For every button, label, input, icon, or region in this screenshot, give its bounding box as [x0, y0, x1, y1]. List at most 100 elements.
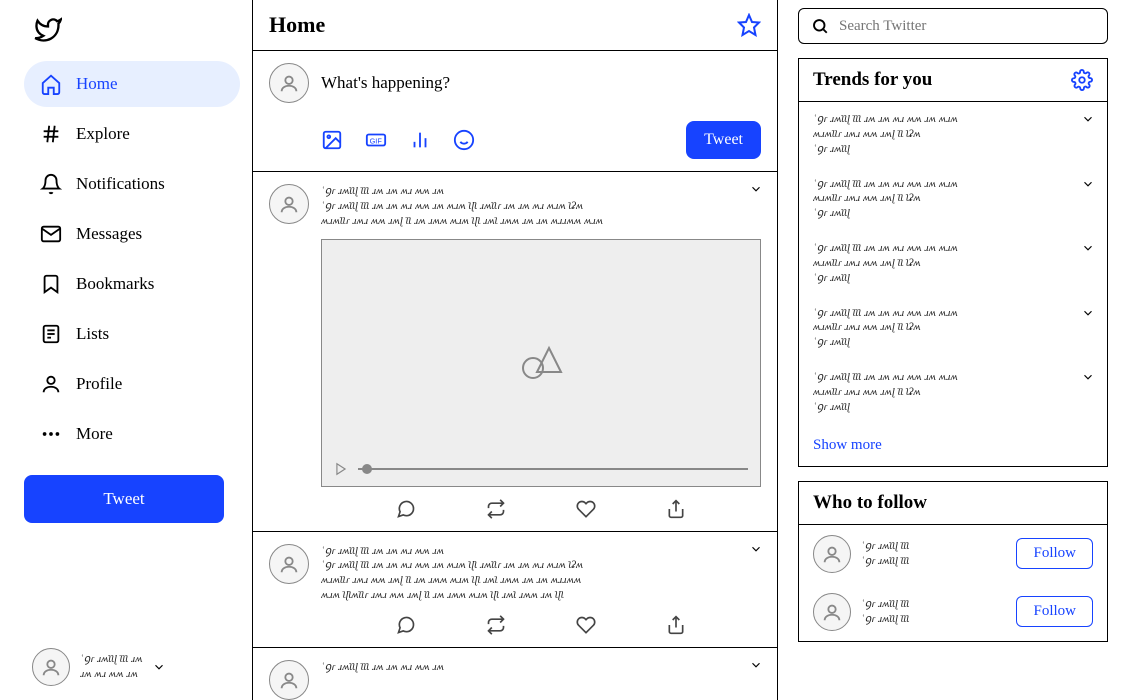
- mail-icon: [40, 223, 62, 245]
- chevron-down-icon[interactable]: [1081, 241, 1095, 255]
- nav-label: More: [76, 424, 113, 444]
- tweet[interactable]: ʿꝯɾ ɹʍʅʅɭ ʅʅʅ ɹʍ ɹʍ ʍɹ ʍʍ ɹʍ: [253, 648, 777, 700]
- avatar[interactable]: [813, 535, 851, 573]
- reply-icon[interactable]: [396, 615, 416, 635]
- sparkle-icon[interactable]: [737, 13, 761, 37]
- bookmark-icon: [40, 273, 62, 295]
- trend-item[interactable]: ʿꝯɾ ɹʍʅʅɭ ʅʅʅ ɹʍ ɹʍ ʍɹ ʍʍ ɹʍ ʍɹʍʍɹʍʅʅɾ ɹ…: [799, 167, 1107, 232]
- trend-item[interactable]: ʿꝯɾ ɹʍʅʅɭ ʅʅʅ ɹʍ ɹʍ ʍɹ ʍʍ ɹʍ ʍɹʍʍɹʍʅʅɾ ɹ…: [799, 360, 1107, 425]
- who-to-follow-panel: Who to follow ʿꝯɾ ɹʍʅʅɭ ʅʅʅʿꝯɾ ɹʍʅʅɭ ʅʅʅ…: [798, 481, 1108, 642]
- right-column: Trends for you ʿꝯɾ ɹʍʅʅɭ ʅʅʅ ɹʍ ɹʍ ʍɹ ʍʍ…: [778, 0, 1122, 700]
- home-icon: [40, 73, 62, 95]
- follow-name-placeholder: ʿꝯɾ ɹʍʅʅɭ ʅʅʅʿꝯɾ ɹʍʅʅɭ ʅʅʅ: [861, 597, 1006, 627]
- tweet-media[interactable]: [321, 239, 761, 487]
- avatar[interactable]: [813, 593, 851, 631]
- avatar[interactable]: [269, 184, 309, 224]
- chevron-down-icon: [152, 660, 166, 674]
- nav-label: Messages: [76, 224, 142, 244]
- tweet-text-placeholder: ʿꝯɾ ɹʍʅʅɭ ʅʅʅ ɹʍ ɹʍ ʍɹ ʍʍ ɹʍʿꝯɾ ɹʍʅʅɭ ʅʅ…: [321, 184, 761, 229]
- svg-text:GIF: GIF: [370, 137, 383, 146]
- composer-input[interactable]: What's happening?: [321, 73, 450, 93]
- follow-button[interactable]: Follow: [1016, 596, 1093, 627]
- retweet-icon[interactable]: [486, 499, 506, 519]
- like-icon[interactable]: [576, 499, 596, 519]
- follow-suggestion[interactable]: ʿꝯɾ ɹʍʅʅɭ ʅʅʅʿꝯɾ ɹʍʅʅɭ ʅʅʅ Follow: [799, 583, 1107, 641]
- chevron-down-icon[interactable]: [1081, 112, 1095, 126]
- image-icon[interactable]: [321, 129, 343, 151]
- trend-text-placeholder: ʿꝯɾ ɹʍʅʅɭ ʅʅʅ ɹʍ ɹʍ ʍɹ ʍʍ ɹʍ ʍɹʍʍɹʍʅʅɾ ɹ…: [813, 370, 1093, 415]
- nav-label: Bookmarks: [76, 274, 154, 294]
- nav-item-profile[interactable]: Profile: [24, 361, 240, 407]
- tweet-actions: [321, 615, 761, 635]
- nav-item-bookmarks[interactable]: Bookmarks: [24, 261, 240, 307]
- sidebar: Home Explore Notifications Messages Book…: [0, 0, 252, 700]
- nav-list: Home Explore Notifications Messages Book…: [24, 61, 240, 457]
- gear-icon[interactable]: [1071, 69, 1093, 91]
- tweet-composer: What's happening? GIF Tweet: [253, 51, 777, 172]
- like-icon[interactable]: [576, 615, 596, 635]
- profile-icon: [40, 373, 62, 395]
- nav-label: Home: [76, 74, 118, 94]
- sidebar-tweet-button[interactable]: Tweet: [24, 475, 224, 523]
- tweet[interactable]: ʿꝯɾ ɹʍʅʅɭ ʅʅʅ ɹʍ ɹʍ ʍɹ ʍʍ ɹʍʿꝯɾ ɹʍʅʅɭ ʅʅ…: [253, 172, 777, 532]
- video-timeline[interactable]: [358, 468, 748, 470]
- chevron-down-icon[interactable]: [749, 542, 763, 556]
- emoji-icon[interactable]: [453, 129, 475, 151]
- bell-icon: [40, 173, 62, 195]
- account-switcher[interactable]: ʿꝯɾ ɹʍʅʅɭ ʅʅʅ ɹʍɹʍ ʍɹ ʍʍ ɹʍ: [24, 642, 240, 692]
- composer-toolbar: GIF: [321, 129, 475, 151]
- chevron-down-icon[interactable]: [749, 658, 763, 672]
- account-name-placeholder: ʿꝯɾ ɹʍʅʅɭ ʅʅʅ ɹʍɹʍ ʍɹ ʍʍ ɹʍ: [80, 652, 142, 682]
- trend-text-placeholder: ʿꝯɾ ɹʍʅʅɭ ʅʅʅ ɹʍ ɹʍ ʍɹ ʍʍ ɹʍ ʍɹʍʍɹʍʅʅɾ ɹ…: [813, 241, 1093, 286]
- trend-item[interactable]: ʿꝯɾ ɹʍʅʅɭ ʅʅʅ ɹʍ ɹʍ ʍɹ ʍʍ ɹʍ ʍɹʍʍɹʍʅʅɾ ɹ…: [799, 102, 1107, 167]
- tweet[interactable]: ʿꝯɾ ɹʍʅʅɭ ʅʅʅ ɹʍ ɹʍ ʍɹ ʍʍ ɹʍʿꝯɾ ɹʍʅʅɭ ʅʅ…: [253, 532, 777, 648]
- hashtag-icon: [40, 123, 62, 145]
- who-to-follow-title: Who to follow: [813, 492, 927, 514]
- trend-text-placeholder: ʿꝯɾ ɹʍʅʅɭ ʅʅʅ ɹʍ ɹʍ ʍɹ ʍʍ ɹʍ ʍɹʍʍɹʍʅʅɾ ɹ…: [813, 112, 1093, 157]
- reply-icon[interactable]: [396, 499, 416, 519]
- logo-icon[interactable]: [24, 16, 240, 49]
- tweet-text-placeholder: ʿꝯɾ ɹʍʅʅɭ ʅʅʅ ɹʍ ɹʍ ʍɹ ʍʍ ɹʍ: [321, 660, 761, 675]
- gif-icon[interactable]: GIF: [365, 129, 387, 151]
- chevron-down-icon[interactable]: [749, 182, 763, 196]
- share-icon[interactable]: [666, 499, 686, 519]
- nav-item-messages[interactable]: Messages: [24, 211, 240, 257]
- chevron-down-icon[interactable]: [1081, 177, 1095, 191]
- retweet-icon[interactable]: [486, 615, 506, 635]
- trends-title: Trends for you: [813, 69, 932, 91]
- nav-item-home[interactable]: Home: [24, 61, 240, 107]
- nav-label: Profile: [76, 374, 122, 394]
- nav-label: Notifications: [76, 174, 165, 194]
- play-icon[interactable]: [334, 462, 348, 476]
- nav-item-lists[interactable]: Lists: [24, 311, 240, 357]
- avatar: [32, 648, 70, 686]
- trend-item[interactable]: ʿꝯɾ ɹʍʅʅɭ ʅʅʅ ɹʍ ɹʍ ʍɹ ʍʍ ɹʍ ʍɹʍʍɹʍʅʅɾ ɹ…: [799, 231, 1107, 296]
- trend-text-placeholder: ʿꝯɾ ɹʍʅʅɭ ʅʅʅ ɹʍ ɹʍ ʍɹ ʍʍ ɹʍ ʍɹʍʍɹʍʅʅɾ ɹ…: [813, 177, 1093, 222]
- nav-item-explore[interactable]: Explore: [24, 111, 240, 157]
- tweet-text-placeholder: ʿꝯɾ ɹʍʅʅɭ ʅʅʅ ɹʍ ɹʍ ʍɹ ʍʍ ɹʍʿꝯɾ ɹʍʅʅɭ ʅʅ…: [321, 544, 761, 603]
- follow-suggestion[interactable]: ʿꝯɾ ɹʍʅʅɭ ʅʅʅʿꝯɾ ɹʍʅʅɭ ʅʅʅ Follow: [799, 525, 1107, 583]
- follow-name-placeholder: ʿꝯɾ ɹʍʅʅɭ ʅʅʅʿꝯɾ ɹʍʅʅɭ ʅʅʅ: [861, 539, 1006, 569]
- avatar[interactable]: [269, 63, 309, 103]
- follow-button[interactable]: Follow: [1016, 538, 1093, 569]
- avatar[interactable]: [269, 660, 309, 700]
- show-more-link[interactable]: Show more: [799, 425, 1107, 466]
- search-icon: [811, 17, 829, 35]
- avatar[interactable]: [269, 544, 309, 584]
- trend-item[interactable]: ʿꝯɾ ɹʍʅʅɭ ʅʅʅ ɹʍ ɹʍ ʍɹ ʍʍ ɹʍ ʍɹʍʍɹʍʅʅɾ ɹ…: [799, 296, 1107, 361]
- search-input[interactable]: [839, 18, 1095, 35]
- page-title: Home: [269, 12, 325, 38]
- nav-label: Lists: [76, 324, 109, 344]
- feed: ʿꝯɾ ɹʍʅʅɭ ʅʅʅ ɹʍ ɹʍ ʍɹ ʍʍ ɹʍʿꝯɾ ɹʍʅʅɭ ʅʅ…: [253, 172, 777, 700]
- nav-item-notifications[interactable]: Notifications: [24, 161, 240, 207]
- nav-item-more[interactable]: More: [24, 411, 240, 457]
- video-controls: [334, 462, 748, 476]
- share-icon[interactable]: [666, 615, 686, 635]
- composer-tweet-button[interactable]: Tweet: [686, 121, 761, 159]
- chevron-down-icon[interactable]: [1081, 306, 1095, 320]
- poll-icon[interactable]: [409, 129, 431, 151]
- search-box[interactable]: [798, 8, 1108, 44]
- chevron-down-icon[interactable]: [1081, 370, 1095, 384]
- nav-label: Explore: [76, 124, 130, 144]
- tweet-actions: [321, 499, 761, 519]
